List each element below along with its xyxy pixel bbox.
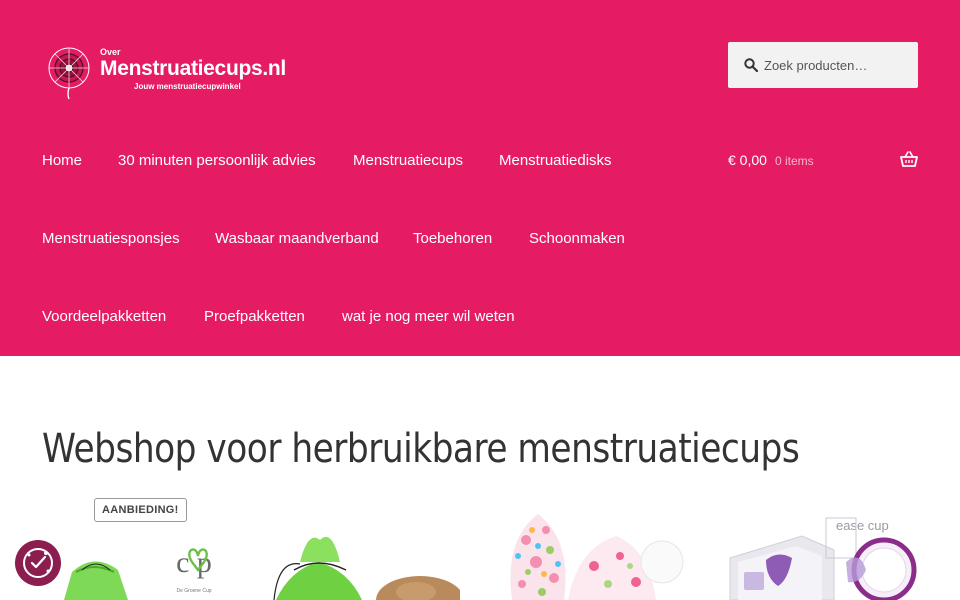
cart-link[interactable]: € 0,00 0 items (728, 151, 918, 171)
product-image (270, 500, 460, 600)
product-image-text: ease cup (836, 518, 889, 533)
logo-name: Menstruatiecups.nl (100, 57, 286, 80)
search-icon (744, 58, 758, 72)
logo-over-text: Over (100, 47, 121, 57)
nav-item-meer-weten[interactable]: wat je nog meer wil weten (342, 308, 515, 325)
product-card[interactable] (270, 500, 460, 600)
search-box (728, 42, 918, 88)
nav-item-schoonmaken[interactable]: Schoonmaken (529, 230, 625, 247)
nav-item-advies[interactable]: 30 minuten persoonlijk advies (118, 152, 316, 169)
logo-tagline: Jouw menstruatiecupwinkel (134, 82, 241, 91)
sale-badge: AANBIEDING! (94, 498, 187, 522)
basket-icon (900, 151, 918, 167)
nav-item-menstruatiecups[interactable]: Menstruatiecups (353, 152, 463, 169)
search-input[interactable] (764, 42, 912, 88)
product-image: ease cup (726, 500, 918, 600)
site-logo[interactable]: Over Menstruatiecups.nl Jouw menstruatie… (42, 42, 286, 100)
cookie-consent-button[interactable] (15, 540, 61, 586)
nav-item-voordeelpakketten[interactable]: Voordeelpakketten (42, 308, 166, 325)
cookie-consent-icon (23, 548, 53, 578)
cart-amount: € 0,00 (728, 152, 767, 168)
product-image (498, 500, 688, 600)
nav-item-menstruatiedisks[interactable]: Menstruatiedisks (499, 152, 612, 169)
site-header: Over Menstruatiecups.nl Jouw menstruatie… (0, 0, 960, 356)
nav-item-toebehoren[interactable]: Toebehoren (413, 230, 492, 247)
nav-item-wasbaar-maandverband[interactable]: Wasbaar maandverband (215, 230, 379, 247)
page-title: Webshop voor herbruikbare menstruatiecup… (42, 426, 800, 472)
nav-item-menstruatiesponsjes[interactable]: Menstruatiesponsjes (42, 230, 180, 247)
cart-count: 0 items (775, 154, 814, 168)
nav-item-proefpakketten[interactable]: Proefpakketten (204, 308, 305, 325)
product-card[interactable] (498, 500, 688, 600)
flower-logo-icon (48, 47, 90, 100)
nav-item-home[interactable]: Home (42, 152, 82, 169)
product-image-text: De Groene Cup (176, 588, 211, 594)
product-card[interactable]: ease cup (726, 500, 918, 600)
